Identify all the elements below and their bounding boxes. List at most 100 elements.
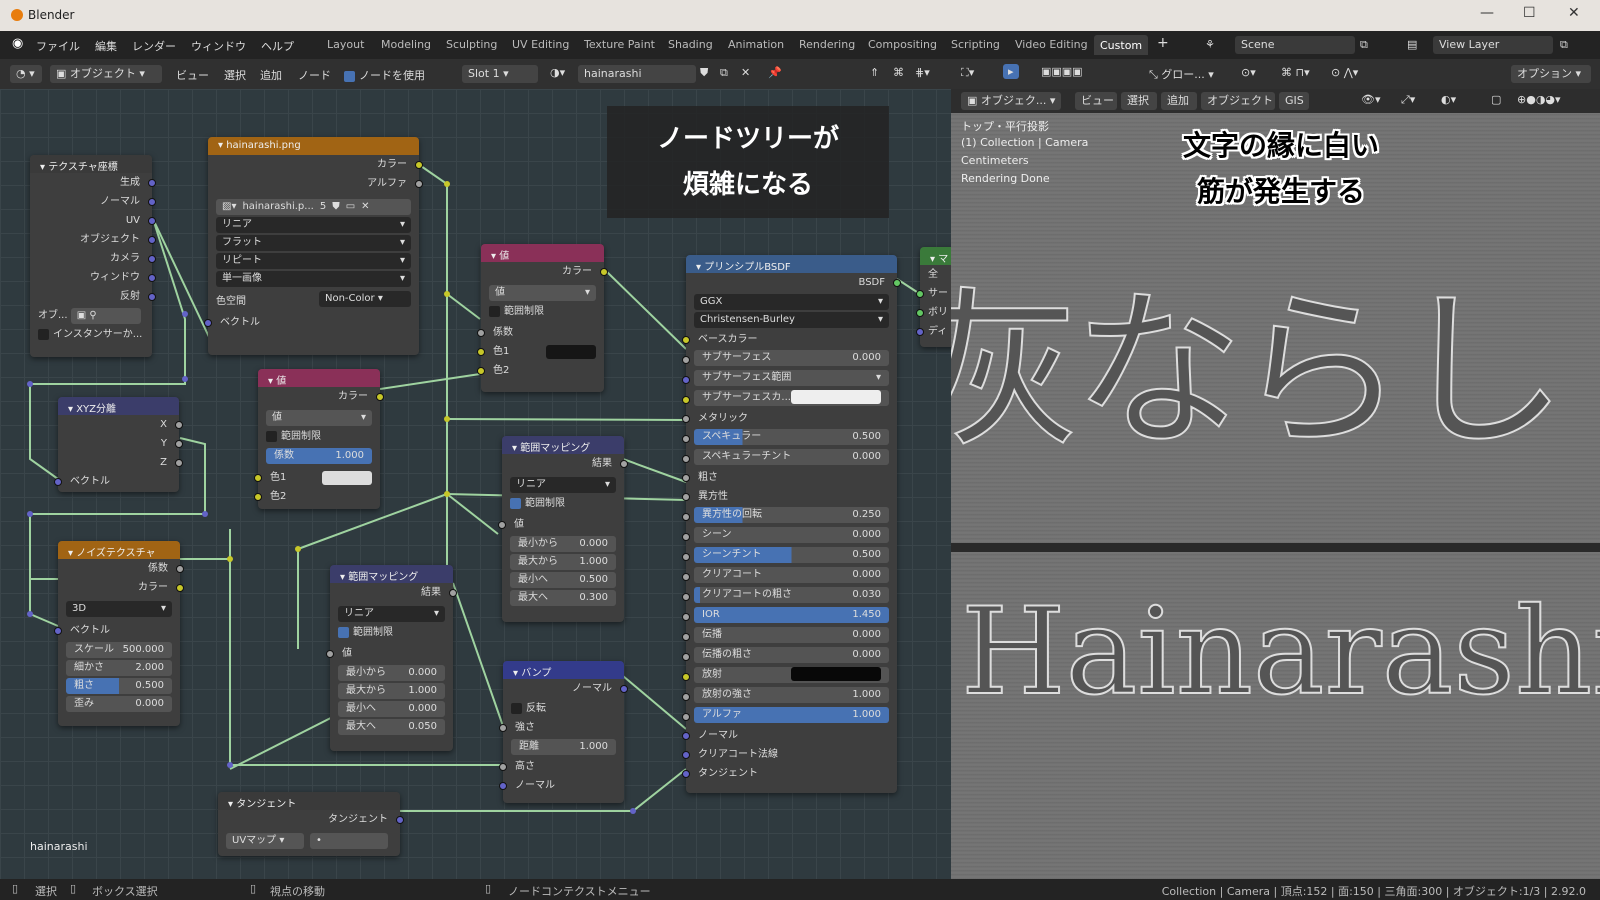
from-min-field[interactable]: 最小から 0.000 (338, 665, 445, 681)
bsdf-field[interactable]: シーンチント 0.500 (694, 547, 889, 563)
direction-dropdown[interactable]: UVマップ ▾ (226, 833, 304, 849)
node-principled-bsdf[interactable]: ▾ プリンシプルBSDF BSDF GGX ▾ Christensen-Burle… (682, 255, 901, 793)
input-socket[interactable] (682, 455, 690, 463)
color-space-dropdown[interactable]: Non-Color ▾ (319, 291, 411, 307)
node-tangent[interactable]: ▾ タンジェント タンジェント UVマップ ▾ • (218, 792, 404, 856)
bsdf-field[interactable]: 伝播の粗さ 0.000 (694, 647, 889, 663)
editor-type-icon[interactable]: ⛶▾ (961, 66, 974, 80)
interpolation-dropdown[interactable]: リニア ▾ (510, 477, 616, 493)
subsurface-method-dropdown[interactable]: Christensen-Burley ▾ (694, 312, 889, 328)
menu-window[interactable]: ウィンドウ (191, 38, 246, 54)
output-socket[interactable] (148, 217, 156, 225)
output-socket[interactable] (600, 268, 608, 276)
input-socket[interactable] (477, 348, 485, 356)
input-socket[interactable] (916, 290, 924, 298)
input-socket[interactable] (499, 782, 507, 790)
minimize-icon[interactable]: — (1480, 5, 1494, 21)
view-layer-field[interactable]: View Layer (1433, 36, 1553, 54)
node-map-range-1[interactable]: ▾ 範囲マッピング 結果 リニア ▾ 範囲制限 値 最小から 0.000 最大から 1… (326, 565, 457, 751)
from-min-field[interactable]: 最小から 0.000 (510, 536, 616, 552)
node-header[interactable]: ▾ マ (920, 247, 951, 265)
bsdf-field[interactable]: クリアコート 0.000 (694, 567, 889, 583)
snap-icon[interactable]: ⌘ ⊓▾ (1281, 66, 1310, 79)
blender-menu-icon[interactable]: ◉ (12, 36, 23, 51)
input-socket[interactable] (682, 751, 690, 759)
node-header[interactable]: ▾ タンジェント (218, 792, 400, 810)
menu-help[interactable]: ヘルプ (261, 38, 294, 54)
bsdf-field[interactable]: アルファ 1.000 (694, 707, 889, 723)
snap-icon[interactable]: ⌘ (893, 66, 904, 79)
to-max-field[interactable]: 最大へ 0.050 (338, 719, 445, 735)
input-socket[interactable] (682, 493, 690, 501)
node-header[interactable]: ▾ プリンシプルBSDF (686, 255, 897, 273)
input-socket[interactable] (682, 415, 690, 423)
menu-edit[interactable]: 編集 (95, 38, 117, 54)
input-socket[interactable] (254, 493, 262, 501)
tab-custom[interactable]: Custom (1094, 35, 1149, 55)
uv-map-field[interactable]: • (310, 833, 388, 849)
tab-sculpting[interactable]: Sculpting (446, 38, 497, 58)
input-socket[interactable] (682, 513, 690, 521)
node-material-output[interactable]: ▾ マ 全 サー ボリ ディ (916, 247, 951, 347)
select-mode-icons[interactable]: ▣▣▣▣ (1041, 65, 1083, 78)
output-socket[interactable] (176, 565, 184, 573)
tab-scripting[interactable]: Scripting (951, 38, 1000, 58)
menu-select[interactable]: 選択 (224, 67, 246, 83)
input-socket[interactable] (682, 593, 690, 601)
menu-node[interactable]: ノード (298, 67, 331, 83)
input-socket[interactable] (499, 724, 507, 732)
extension-dropdown[interactable]: リピート ▾ (216, 253, 411, 269)
proportional-edit-icon[interactable]: ⊙ ⋀▾ (1331, 66, 1358, 79)
node-header[interactable]: ▾ 範囲マッピング (330, 565, 453, 583)
input-socket[interactable] (499, 763, 507, 771)
bsdf-field[interactable]: シーン 0.000 (694, 527, 889, 543)
gizmo-icon[interactable]: ⤢▾ (1401, 93, 1415, 107)
to-min-field[interactable]: 最小へ 0.500 (510, 572, 616, 588)
projection-dropdown[interactable]: フラット ▾ (216, 235, 411, 251)
input-socket[interactable] (682, 673, 690, 681)
menu-view[interactable]: ビュー (176, 67, 209, 83)
clamp-checkbox[interactable]: 範囲制限 (489, 303, 596, 321)
bsdf-field[interactable]: クリアコートの粗さ 0.030 (694, 587, 889, 603)
input-socket[interactable] (477, 329, 485, 337)
unlink-icon[interactable]: ✕ (361, 199, 369, 215)
fake-user-icon[interactable]: ⛊ (700, 66, 708, 80)
overlay-icon[interactable]: ◐▾ (1441, 93, 1456, 106)
image-name[interactable]: hainarashi.p... (242, 199, 313, 215)
input-socket[interactable] (682, 376, 690, 384)
tab-modeling[interactable]: Modeling (381, 38, 431, 58)
scene-icon[interactable]: ⚘ (1205, 38, 1215, 51)
input-socket[interactable] (54, 478, 62, 486)
node-map-range-2[interactable]: ▾ 範囲マッピング 結果 リニア ▾ 範囲制限 値 最小から 0.000 最大から 1… (498, 436, 628, 622)
output-socket[interactable] (415, 161, 423, 169)
distribution-dropdown[interactable]: GGX ▾ (694, 294, 889, 310)
scale-field[interactable]: スケール 500.000 (66, 642, 172, 658)
slot-dropdown[interactable]: Slot 1 ▾ (462, 65, 538, 83)
xray-icon[interactable]: ▢ (1491, 93, 1501, 106)
output-socket[interactable] (175, 421, 183, 429)
input-socket[interactable] (682, 396, 690, 404)
input-socket[interactable] (54, 627, 62, 635)
color-swatch[interactable] (322, 471, 372, 485)
menu-add[interactable]: 追加 (260, 67, 282, 83)
color-swatch[interactable] (791, 390, 881, 404)
roughness-slider[interactable]: 粗さ 0.500 (66, 678, 172, 694)
interpolation-dropdown[interactable]: リニア ▾ (338, 606, 445, 622)
input-socket[interactable] (682, 336, 690, 344)
bsdf-field[interactable]: IOR 1.450 (694, 607, 889, 623)
close-icon[interactable]: ✕ (1568, 5, 1580, 21)
node-editor[interactable]: ▾ テクスチャ座標 生成 ノーマル UV オブジェクト カメラ ウィンドウ 反射… (0, 89, 951, 879)
factor-slider[interactable]: 係数 1.000 (266, 448, 372, 464)
new-scene-icon[interactable]: ⧉ (1360, 38, 1368, 52)
input-socket[interactable] (682, 633, 690, 641)
parent-node-tree-icon[interactable]: ⇑ (870, 66, 879, 79)
input-socket[interactable] (682, 474, 690, 482)
to-min-field[interactable]: 最小へ 0.000 (338, 701, 445, 717)
to-max-field[interactable]: 最大へ 0.300 (510, 590, 616, 606)
input-socket[interactable] (682, 770, 690, 778)
menu-render[interactable]: レンダー (132, 38, 176, 54)
mode-dropdown[interactable]: ▣ オブジェクト ▾ (50, 65, 162, 83)
output-socket[interactable] (893, 279, 901, 287)
input-socket[interactable] (916, 328, 924, 336)
input-socket[interactable] (682, 435, 690, 443)
